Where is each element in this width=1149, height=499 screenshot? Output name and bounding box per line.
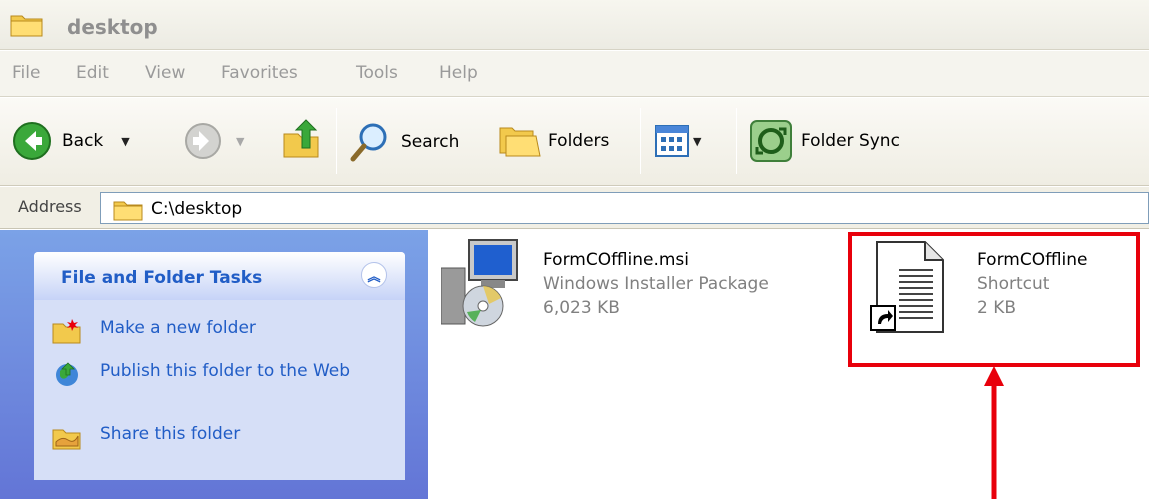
back-dropdown-icon[interactable]: ▼ (121, 135, 129, 148)
views-icon (655, 125, 689, 157)
menu-help[interactable]: Help (439, 63, 478, 83)
folder-sync-button[interactable]: Folder Sync (749, 119, 900, 163)
folder-icon (113, 199, 143, 226)
menu-view[interactable]: View (145, 63, 185, 83)
folders-label: Folders (548, 131, 610, 151)
panel-title: File and Folder Tasks (61, 268, 263, 288)
task-label: Publish this folder to the Web (100, 361, 351, 381)
search-button[interactable]: Search (349, 121, 459, 163)
views-dropdown-icon[interactable]: ▼ (693, 135, 701, 148)
toolbar-separator (336, 108, 337, 174)
address-field[interactable]: C:\desktop (100, 192, 1149, 224)
back-button[interactable]: Back ▼ (12, 121, 130, 161)
menu-edit[interactable]: Edit (76, 63, 109, 83)
file-folder-tasks-panel: File and Folder Tasks ︽ Make a new folde… (34, 252, 405, 480)
folder-sync-icon (750, 120, 792, 162)
task-pane: File and Folder Tasks ︽ Make a new folde… (0, 230, 428, 499)
menu-tools[interactable]: Tools (356, 63, 398, 83)
folder-icon (10, 12, 44, 43)
new-folder-icon (52, 319, 81, 344)
task-make-new-folder[interactable]: Make a new folder (52, 318, 360, 344)
panel-header[interactable]: File and Folder Tasks ︽ (34, 252, 405, 300)
file-type: Windows Installer Package (543, 274, 769, 294)
window-title: desktop (67, 15, 158, 39)
folder-sync-label: Folder Sync (801, 131, 900, 151)
back-label: Back (62, 131, 104, 151)
forward-button[interactable]: ▼ (184, 122, 244, 160)
file-item-msi[interactable]: FormCOffline.msi Windows Installer Packa… (440, 238, 769, 335)
back-arrow-icon (13, 122, 51, 160)
file-name: FormCOffline.msi (543, 250, 690, 270)
toolbar: Back ▼ ▼ Search Folders ▼ Folder Sync (0, 98, 1149, 186)
title-bar: desktop (0, 0, 1149, 50)
task-label: Make a new folder (100, 318, 256, 338)
address-value: C:\desktop (151, 199, 243, 219)
highlight-box (848, 232, 1140, 367)
collapse-chevron-icon[interactable]: ︽ (361, 262, 387, 288)
task-share-folder[interactable]: Share this folder (52, 424, 360, 450)
publish-web-icon (56, 362, 78, 386)
share-folder-icon (52, 429, 81, 450)
installer-icon (440, 239, 518, 327)
menu-favorites[interactable]: Favorites (221, 63, 298, 83)
task-publish-web[interactable]: Publish this folder to the Web (52, 361, 360, 387)
forward-arrow-icon (185, 123, 221, 159)
folders-icon (499, 127, 541, 157)
toolbar-separator (640, 108, 641, 174)
up-folder-icon (283, 119, 319, 158)
menu-file[interactable]: File (12, 63, 40, 83)
address-bar: Address C:\desktop (0, 187, 1149, 229)
up-folder-button[interactable] (280, 118, 322, 162)
toolbar-separator (736, 108, 737, 174)
file-size: 6,023 KB (543, 298, 620, 318)
menu-bar: File Edit View Favorites Tools Help (0, 51, 1149, 97)
views-button[interactable]: ▼ (655, 125, 701, 157)
folders-button[interactable]: Folders (498, 122, 609, 160)
search-label: Search (401, 132, 460, 152)
search-icon (350, 123, 387, 162)
address-label: Address (18, 197, 82, 216)
forward-dropdown-icon[interactable]: ▼ (236, 135, 244, 148)
task-label: Share this folder (100, 424, 241, 444)
